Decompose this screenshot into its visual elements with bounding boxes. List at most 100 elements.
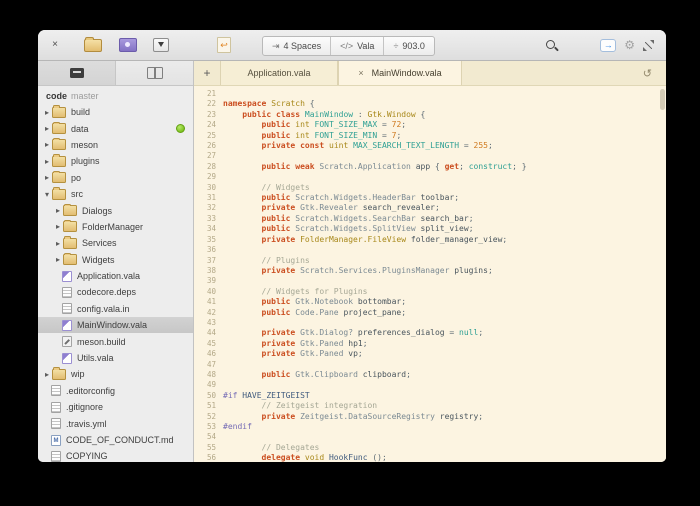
- save-as-button[interactable]: [137, 38, 169, 52]
- tree-item-foldermanager[interactable]: ▸ FolderManager: [38, 219, 193, 235]
- chevron-right-icon: ▸: [44, 107, 49, 117]
- line-numbers: 21 22 23 24 25 26 27 28 29 30 31 32 33 34 35 36 37 38 39 40…: [194, 86, 220, 462]
- sidebar-view-toggle: [38, 61, 193, 86]
- tree-item-po[interactable]: ▸ po: [38, 170, 193, 186]
- text-file-icon: [51, 418, 61, 430]
- line-number: 24: [206, 120, 216, 130]
- tab-bar: + Application.vala × MainWindow.vala ↺: [194, 61, 666, 86]
- cursor-position-label: 903.0: [402, 41, 425, 51]
- open-file-button[interactable]: [62, 36, 102, 52]
- tree-item-travis-yml[interactable]: .travis.yml: [38, 415, 193, 431]
- vala-file-icon: [62, 352, 72, 364]
- language-selector[interactable]: </> Vala: [330, 37, 383, 55]
- line-number: 26: [206, 141, 216, 151]
- code-line: delegate void HookFunc ();: [261, 453, 387, 462]
- tree-item-meson[interactable]: ▸ meson: [38, 137, 193, 153]
- tree-item-utils-vala[interactable]: Utils.vala: [38, 350, 193, 366]
- code-line: public int FONT_SIZE_MIN = 7;: [261, 130, 402, 140]
- settings-gear-button[interactable]: ⚙: [624, 38, 635, 52]
- tree-item-build[interactable]: ▸ build: [38, 104, 193, 120]
- line-number: 53: [206, 422, 216, 431]
- folder-icon: [63, 252, 77, 266]
- tree-item-data[interactable]: ▸ data: [38, 120, 193, 136]
- tree-item-plugins[interactable]: ▸ plugins: [38, 153, 193, 169]
- search-button[interactable]: [545, 39, 558, 52]
- chevron-right-icon: ▸: [55, 238, 60, 248]
- tree-item-services[interactable]: ▸ Services: [38, 235, 193, 251]
- tree-item-codecore-deps[interactable]: codecore.deps: [38, 284, 193, 300]
- line-number: 22: [206, 99, 216, 109]
- line-number: 39: [206, 276, 216, 286]
- tab-application-vala[interactable]: Application.vala: [220, 61, 338, 85]
- tree-item-application-vala[interactable]: Application.vala: [38, 268, 193, 284]
- build-file-icon: [62, 336, 72, 348]
- project-header[interactable]: code master: [38, 88, 193, 104]
- line-number: 27: [206, 151, 216, 161]
- files-view-button[interactable]: [38, 61, 115, 85]
- line-number: 43: [206, 317, 216, 327]
- fullscreen-expand-button[interactable]: [643, 39, 654, 51]
- code-line: // Delegates: [261, 442, 320, 452]
- code-line: public int FONT_SIZE_MAX = 72;: [261, 120, 407, 130]
- code-line: public Scratch.Widgets.SplitView split_v…: [261, 224, 474, 234]
- indentation-selector[interactable]: ⇥ 4 Spaces: [263, 37, 330, 55]
- folder-icon: [63, 203, 77, 217]
- save-as-icon: [153, 38, 169, 52]
- source-editor[interactable]: 21 22 23 24 25 26 27 28 29 30 31 32 33 34 35 36 37 38 39 40…: [194, 86, 666, 462]
- tree-item-label: build: [71, 107, 91, 118]
- text-file-icon: [51, 450, 61, 462]
- tree-item-gitignore[interactable]: .gitignore: [38, 399, 193, 415]
- templates-button[interactable]: [102, 38, 137, 52]
- closed-tabs-history-button[interactable]: ↺: [637, 66, 658, 81]
- code-line: public class MainWindow : Gtk.Window {: [242, 109, 426, 119]
- tab-close-icon[interactable]: ×: [358, 68, 363, 78]
- revert-button[interactable]: ↩: [169, 37, 231, 53]
- text-file-icon: [62, 286, 72, 298]
- line-number: 25: [206, 130, 216, 140]
- code-line: #endif: [223, 422, 252, 431]
- tree-item-label: data: [71, 123, 89, 134]
- templates-icon: [119, 38, 137, 52]
- code-line: private Gtk.Paned hp1;: [261, 338, 368, 348]
- share-button[interactable]: →: [600, 38, 617, 52]
- goto-line-icon: ÷: [393, 41, 399, 51]
- tree-item-mainwindow-vala[interactable]: MainWindow.vala: [38, 317, 193, 334]
- tree-item-copying[interactable]: COPYING: [38, 448, 193, 462]
- code-line: public Gtk.Clipboard clipboard;: [261, 369, 411, 379]
- folder-icon: [52, 367, 66, 380]
- tree-item-label: Application.vala: [77, 271, 141, 282]
- code-line: // Widgets for Plugins: [261, 286, 368, 296]
- window-close-button[interactable]: ×: [48, 38, 62, 52]
- line-number: 55: [206, 442, 216, 452]
- folder-icon: [52, 154, 66, 167]
- tree-item-label: Utils.vala: [77, 353, 114, 364]
- new-tab-button[interactable]: +: [194, 61, 220, 85]
- tree-item-src[interactable]: ▾ src: [38, 186, 193, 202]
- line-number: 29: [206, 172, 216, 182]
- tree-item-config-vala-in[interactable]: config.vala.in: [38, 301, 193, 317]
- split-view-icon: [146, 67, 163, 79]
- line-number: 52: [206, 411, 216, 421]
- line-number: 56: [206, 453, 216, 462]
- line-number: 31: [206, 193, 216, 203]
- tree-item-editorconfig[interactable]: .editorconfig: [38, 383, 193, 399]
- text-file-icon: [62, 303, 72, 315]
- folder-icon: [52, 137, 66, 151]
- sidebar: code master ▸ build ▸ data ▸ meson ▸ plugins ▸ po…: [38, 61, 194, 462]
- chevron-right-icon: ▸: [44, 124, 49, 134]
- tree-item-meson-build[interactable]: meson.build: [38, 333, 193, 349]
- split-view-button[interactable]: [115, 61, 193, 85]
- tab-mainwindow-vala[interactable]: × MainWindow.vala: [338, 61, 462, 85]
- tree-item-dialogs[interactable]: ▸ Dialogs: [38, 202, 193, 218]
- goto-line-selector[interactable]: ÷ 903.0: [383, 37, 433, 55]
- tree-item-widgets[interactable]: ▸ Widgets: [38, 252, 193, 268]
- text-file-icon: [51, 385, 61, 397]
- code-content: namespace Scratch { public class MainWin…: [220, 86, 666, 462]
- scrollbar-thumb[interactable]: [660, 89, 665, 110]
- tree-item-wip[interactable]: ▸ wip: [38, 366, 193, 382]
- line-number: 42: [206, 307, 216, 317]
- code-line: // Plugins: [261, 255, 310, 265]
- tree-item-code-of-conduct-md[interactable]: M CODE_OF_CONDUCT.md: [38, 432, 193, 448]
